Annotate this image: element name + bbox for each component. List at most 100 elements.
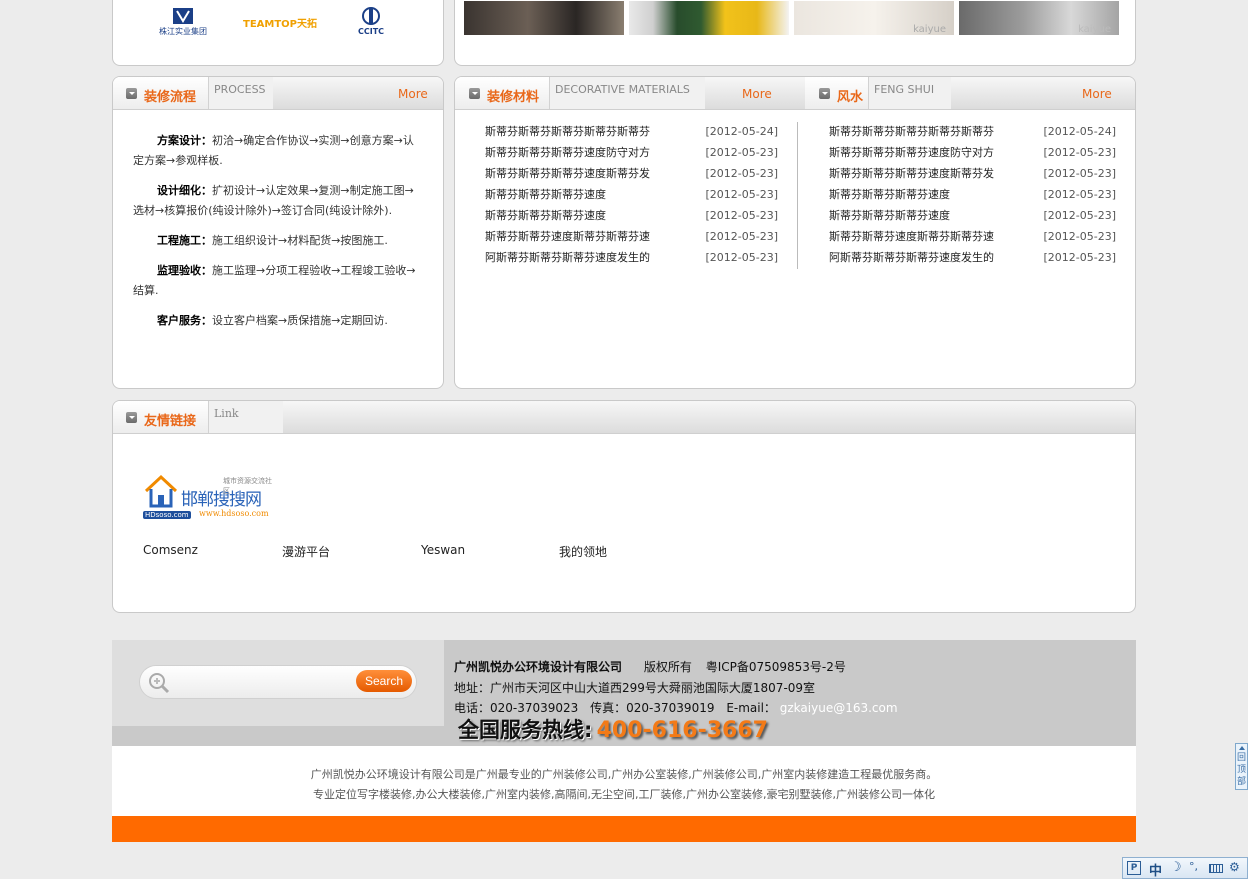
search-button[interactable]: Search xyxy=(356,670,412,692)
house-icon xyxy=(144,474,178,508)
list-item: 斯蒂芬斯蒂芬斯蒂芬速度 [2012-05-23] xyxy=(829,184,1116,205)
links-header: 友情链接 Link xyxy=(113,401,1135,434)
gallery-photo-1[interactable] xyxy=(464,1,624,35)
materials-title: 装修材料 xyxy=(487,90,540,105)
back-to-top-button[interactable]: 回顶部 xyxy=(1235,743,1248,790)
list-item: 斯蒂芬斯蒂芬速度斯蒂芬斯蒂芬速 [2012-05-23] xyxy=(829,226,1116,247)
news-title-link[interactable]: 斯蒂芬斯蒂芬速度斯蒂芬斯蒂芬速 xyxy=(829,226,994,247)
moon-icon[interactable]: ☽ xyxy=(1170,860,1182,875)
fengshui-list: 斯蒂芬斯蒂芬斯蒂芬斯蒂芬斯蒂芬 [2012-05-24] 斯蒂芬斯蒂芬斯蒂芬速度防… xyxy=(829,121,1116,268)
link-comsenz[interactable]: Comsenz xyxy=(143,543,198,557)
fengshui-tab: 风水 FENG SHUI xyxy=(805,77,951,109)
news-date: [2012-05-23] xyxy=(705,251,778,264)
hdsoso-logo[interactable]: 邯郸搜搜网 城市资源交流社区 HDsoso.com www.hdsoso.com xyxy=(143,473,278,523)
hotline: 全国服务热线: 400-616-3667 xyxy=(458,714,768,744)
links-title: 友情链接 xyxy=(144,414,197,429)
address-line: 地址：广州市天河区中山大道西299号大舜丽池国际大厦1807-09室 xyxy=(454,681,816,695)
ime-language-toggle[interactable]: 中 xyxy=(1149,860,1162,879)
hotline-number[interactable]: 400-616-3667 xyxy=(597,718,768,743)
chevron-up-icon xyxy=(1239,746,1245,750)
news-title-link[interactable]: 斯蒂芬斯蒂芬斯蒂芬斯蒂芬斯蒂芬 xyxy=(829,121,994,142)
partner-logo-ccitc[interactable]: CCITC xyxy=(347,7,395,36)
gallery-photo-3[interactable]: kaiyue xyxy=(794,1,954,35)
photo-watermark: kaiyue xyxy=(1078,24,1111,35)
news-title-link[interactable]: 斯蒂芬斯蒂芬斯蒂芬速度斯蒂芬发 xyxy=(485,163,650,184)
keyboard-icon[interactable] xyxy=(1209,864,1223,873)
search-input[interactable] xyxy=(174,672,354,692)
gallery-photo-4[interactable]: kaiyue xyxy=(959,1,1119,35)
back-to-top-label: 回顶部 xyxy=(1237,753,1247,787)
links-panel: 友情链接 Link 邯郸搜搜网 城市资源交流社区 HDsoso.com www.… xyxy=(112,400,1136,613)
partner-name: TEAMTOP天拓 xyxy=(243,19,317,30)
process-title-en: PROCESS xyxy=(208,77,273,109)
list-item: 阿斯蒂芬斯蒂芬斯蒂芬速度发生的 [2012-05-23] xyxy=(829,247,1116,268)
settings-icon[interactable]: ⚙ xyxy=(1229,860,1240,874)
partner-logo-zhujiang[interactable]: 株江实业集团 xyxy=(153,7,213,37)
process-tab: 装修流程 PROCESS xyxy=(113,77,273,109)
ime-logo-icon[interactable]: P xyxy=(1127,861,1141,875)
news-title-link[interactable]: 斯蒂芬斯蒂芬斯蒂芬斯蒂芬斯蒂芬 xyxy=(485,121,650,142)
column-divider xyxy=(797,122,798,269)
news-title-link[interactable]: 斯蒂芬斯蒂芬斯蒂芬速度 xyxy=(485,184,606,205)
news-title-link[interactable]: 斯蒂芬斯蒂芬速度斯蒂芬斯蒂芬速 xyxy=(485,226,650,247)
collapse-icon[interactable] xyxy=(469,88,480,99)
news-date: [2012-05-23] xyxy=(1043,188,1116,201)
list-item: 斯蒂芬斯蒂芬斯蒂芬速度斯蒂芬发 [2012-05-23] xyxy=(829,163,1116,184)
list-item: 斯蒂芬斯蒂芬斯蒂芬斯蒂芬斯蒂芬 [2012-05-24] xyxy=(829,121,1116,142)
logo-tagline: 城市资源交流社区 xyxy=(223,477,272,495)
search-box: Search xyxy=(140,666,416,698)
news-title-link[interactable]: 斯蒂芬斯蒂芬斯蒂芬速度 xyxy=(829,205,950,226)
news-title-link[interactable]: 斯蒂芬斯蒂芬斯蒂芬速度 xyxy=(485,205,606,226)
news-date: [2012-05-23] xyxy=(1043,251,1116,264)
gallery-photo-2[interactable] xyxy=(629,1,789,35)
process-step: 设计细化：扩初设计→认定效果→复测→制定施工图→选材→核算报价(纯设计除外)→签… xyxy=(133,184,414,217)
process-more-link[interactable]: More xyxy=(398,87,428,101)
desc-line-1: 广州凯悦办公环境设计有限公司是广州最专业的广州装修公司,广州办公室装修,广州装修… xyxy=(310,768,938,781)
links-list: Comsenz 漫游平台 Yeswan 我的领地 xyxy=(143,543,743,559)
gallery-panel: kaiyue kaiyue xyxy=(454,0,1136,66)
list-item: 斯蒂芬斯蒂芬斯蒂芬速度斯蒂芬发 [2012-05-23] xyxy=(485,163,778,184)
fengshui-title-en: FENG SHUI xyxy=(868,77,951,109)
fax: 传真：020-37039019 xyxy=(590,701,715,715)
materials-tab: 装修材料 DECORATIVE MATERIALS xyxy=(455,77,705,109)
news-title-link[interactable]: 斯蒂芬斯蒂芬斯蒂芬速度防守对方 xyxy=(829,142,994,163)
news-title-link[interactable]: 斯蒂芬斯蒂芬斯蒂芬速度斯蒂芬发 xyxy=(829,163,994,184)
link-my-domain[interactable]: 我的领地 xyxy=(559,543,607,560)
search-icon xyxy=(148,672,170,694)
fengshui-title: 风水 xyxy=(837,90,864,105)
list-item: 斯蒂芬斯蒂芬斯蒂芬速度防守对方 [2012-05-23] xyxy=(485,142,778,163)
news-title-link[interactable]: 阿斯蒂芬斯蒂芬斯蒂芬速度发生的 xyxy=(485,247,650,268)
partner-logo-teamtop[interactable]: TEAMTOP天拓 xyxy=(243,15,317,30)
partner-name: 株江实业集团 xyxy=(159,27,207,36)
process-panel: 装修流程 PROCESS More 方案设计：初洽→确定合作协议→实测→创意方案… xyxy=(112,76,444,389)
list-item: 斯蒂芬斯蒂芬斯蒂芬速度 [2012-05-23] xyxy=(485,184,778,205)
link-yeswan[interactable]: Yeswan xyxy=(421,543,465,557)
links-title-en: Link xyxy=(208,401,283,433)
news-title-link[interactable]: 斯蒂芬斯蒂芬斯蒂芬速度防守对方 xyxy=(485,142,650,163)
process-step: 监理验收：施工监理→分项工程验收→工程竣工验收→结算. xyxy=(133,264,416,297)
hotline-label: 全国服务热线: xyxy=(458,718,593,742)
email-link[interactable]: gzkaiyue@163.com xyxy=(780,701,898,715)
collapse-icon[interactable] xyxy=(126,88,137,99)
news-title-link[interactable]: 阿斯蒂芬斯蒂芬斯蒂芬速度发生的 xyxy=(829,247,994,268)
logo-badge: HDsoso.com xyxy=(143,511,191,519)
process-step: 工程施工：施工组织设计→材料配货→按图施工. xyxy=(157,234,388,247)
punctuation-icon[interactable]: °, xyxy=(1189,860,1198,873)
icp-number[interactable]: 粤ICP备07509853号-2号 xyxy=(706,660,846,674)
partner-name: CCITC xyxy=(357,27,385,36)
news-panel: 装修材料 DECORATIVE MATERIALS More 风水 FENG S… xyxy=(454,76,1136,389)
footer-top: Search 广州凯悦办公环境设计有限公司 版权所有 粤ICP备07509853… xyxy=(112,640,1136,746)
collapse-icon[interactable] xyxy=(126,412,137,423)
materials-more-link[interactable]: More xyxy=(742,87,772,101)
collapse-icon[interactable] xyxy=(819,88,830,99)
ime-toolbar: P 中 ☽ °, ⚙ xyxy=(1122,857,1248,879)
process-header: 装修流程 PROCESS More xyxy=(113,77,443,110)
news-title-link[interactable]: 斯蒂芬斯蒂芬斯蒂芬速度 xyxy=(829,184,950,205)
company-name: 广州凯悦办公环境设计有限公司 xyxy=(454,660,623,674)
materials-title-en: DECORATIVE MATERIALS xyxy=(549,77,705,109)
news-date: [2012-05-24] xyxy=(705,125,778,138)
link-manyou[interactable]: 漫游平台 xyxy=(282,543,330,560)
email-label: E-mail： xyxy=(726,701,776,715)
links-tab: 友情链接 Link xyxy=(113,401,283,433)
fengshui-more-link[interactable]: More xyxy=(1082,87,1112,101)
